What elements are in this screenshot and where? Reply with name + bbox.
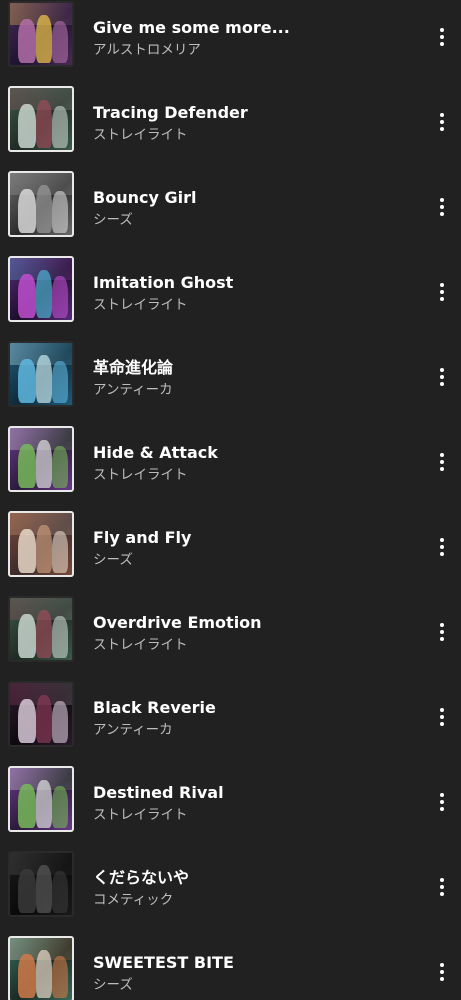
more-options-button[interactable] <box>430 447 454 477</box>
song-row[interactable]: Hide & Attack ストレイライト <box>0 417 461 502</box>
more-options-button[interactable] <box>430 617 454 647</box>
more-vertical-icon <box>440 538 444 556</box>
more-vertical-icon <box>440 708 444 726</box>
more-vertical-icon <box>440 368 444 386</box>
album-art <box>8 936 74 1000</box>
song-row[interactable]: Destined Rival ストレイライト <box>0 757 461 842</box>
more-options-button[interactable] <box>430 192 454 222</box>
song-row[interactable]: Tracing Defender ストレイライト <box>0 77 461 162</box>
song-row[interactable]: Imitation Ghost ストレイライト <box>0 247 461 332</box>
song-title: Tracing Defender <box>93 103 248 122</box>
song-title: Overdrive Emotion <box>93 613 262 632</box>
more-options-button[interactable] <box>430 107 454 137</box>
more-vertical-icon <box>440 198 444 216</box>
song-artist: ストレイライト <box>93 637 188 653</box>
song-row[interactable]: Bouncy Girl シーズ <box>0 162 461 247</box>
song-title: Hide & Attack <box>93 443 218 462</box>
more-options-button[interactable] <box>430 702 454 732</box>
song-row[interactable]: 革命進化論アンティーカ <box>0 332 461 417</box>
song-title: Give me some more... <box>93 18 290 37</box>
more-options-button[interactable] <box>430 362 454 392</box>
more-vertical-icon <box>440 113 444 131</box>
song-title: くだらないや <box>93 868 190 887</box>
more-options-button[interactable] <box>430 957 454 987</box>
more-vertical-icon <box>440 28 444 46</box>
song-title: Imitation Ghost <box>93 273 234 292</box>
album-art <box>8 341 74 407</box>
song-title: Destined Rival <box>93 783 224 802</box>
song-list: Give me some more... アルストロメリア Tracing Defe… <box>0 0 461 1000</box>
song-artist: コメティック <box>93 892 174 908</box>
song-title: SWEETEST BITE <box>93 953 234 972</box>
more-vertical-icon <box>440 878 444 896</box>
album-art <box>8 766 74 832</box>
album-art <box>8 511 74 577</box>
song-row[interactable]: Black Reverie アンティーカ <box>0 672 461 757</box>
song-artist: アンティーカ <box>93 382 173 398</box>
song-artist: ストレイライト <box>93 467 188 483</box>
album-art <box>8 596 74 662</box>
album-art <box>8 171 74 237</box>
album-art <box>8 851 74 917</box>
album-art <box>8 681 74 747</box>
song-artist: シーズ <box>93 212 133 228</box>
song-title: 革命進化論 <box>93 358 174 377</box>
more-options-button[interactable] <box>430 532 454 562</box>
more-vertical-icon <box>440 623 444 641</box>
song-artist: ストレイライト <box>93 807 188 823</box>
song-artist: アンティーカ <box>93 722 173 738</box>
album-art <box>8 426 74 492</box>
more-options-button[interactable] <box>430 22 454 52</box>
album-art <box>8 256 74 322</box>
more-vertical-icon <box>440 453 444 471</box>
more-options-button[interactable] <box>430 872 454 902</box>
song-row[interactable]: Give me some more... アルストロメリア <box>0 0 461 77</box>
more-options-button[interactable] <box>430 787 454 817</box>
song-row[interactable]: SWEETEST BITE シーズ <box>0 927 461 1000</box>
song-title: Bouncy Girl <box>93 188 197 207</box>
song-artist: アルストロメリア <box>93 42 201 58</box>
song-artist: シーズ <box>93 552 133 568</box>
album-art <box>8 1 74 67</box>
more-options-button[interactable] <box>430 277 454 307</box>
song-row[interactable]: Fly and Fly シーズ <box>0 502 461 587</box>
song-row[interactable]: くだらないや コメティック <box>0 842 461 927</box>
song-artist: シーズ <box>93 977 133 993</box>
more-vertical-icon <box>440 793 444 811</box>
song-artist: ストレイライト <box>93 297 188 313</box>
song-artist: ストレイライト <box>93 127 188 143</box>
more-vertical-icon <box>440 963 444 981</box>
more-vertical-icon <box>440 283 444 301</box>
song-title: Fly and Fly <box>93 528 192 547</box>
song-row[interactable]: Overdrive Emotion ストレイライト <box>0 587 461 672</box>
song-title: Black Reverie <box>93 698 216 717</box>
album-art <box>8 86 74 152</box>
